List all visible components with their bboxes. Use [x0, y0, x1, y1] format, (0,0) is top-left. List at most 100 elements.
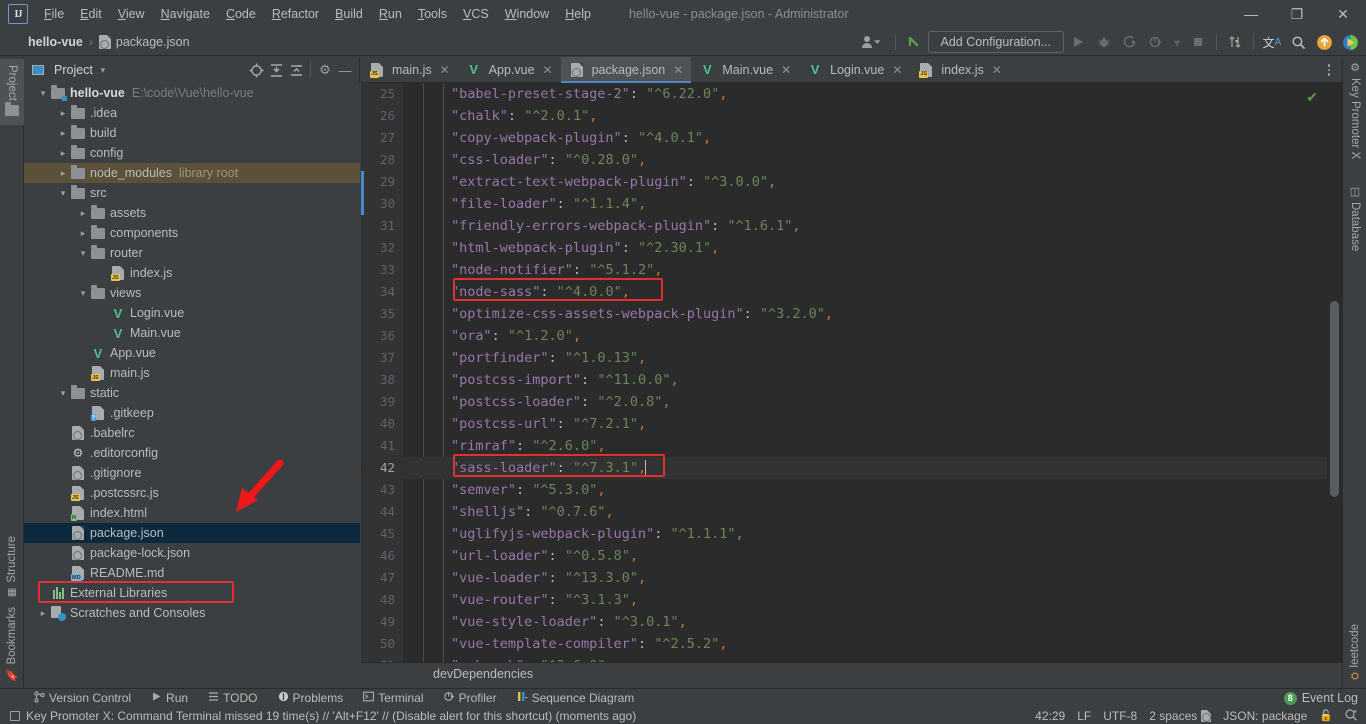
tree-node-external-libraries[interactable]: External Libraries [24, 583, 360, 603]
tree-node-components[interactable]: ▸ components [24, 223, 360, 243]
tree-node-idea[interactable]: ▸ .idea [24, 103, 360, 123]
breadcrumb-project[interactable]: hello-vue [24, 35, 87, 49]
profile-run-icon[interactable] [1144, 31, 1168, 53]
hide-panel-icon[interactable]: — [335, 60, 355, 80]
chevron-down-icon[interactable]: ▾ [1170, 31, 1184, 53]
profile-dropdown-icon[interactable] [855, 31, 889, 53]
stripe-tab-bookmarks[interactable]: Bookmarks 🔖 [0, 607, 24, 682]
chevron-right-icon[interactable]: ▸ [76, 226, 90, 240]
vcs-update-icon[interactable] [1223, 31, 1247, 53]
code-line[interactable]: 41 "rimraf": "^2.6.0", [361, 435, 1342, 457]
tree-node-scratches-and-consoles[interactable]: ▸ Scratches and Consoles [24, 603, 360, 623]
stripe-tab-database[interactable]: ◫ Database [1343, 185, 1366, 251]
inspection-status-icon[interactable]: ✔ [1306, 89, 1318, 106]
tree-node-router[interactable]: ▾ router [24, 243, 360, 263]
close-tab-icon[interactable]: ✕ [673, 63, 683, 77]
tree-node-static[interactable]: ▾ static [24, 383, 360, 403]
file-type[interactable]: JSON: package [1223, 709, 1307, 723]
code-line[interactable]: 39 "postcss-loader": "^2.0.8", [361, 391, 1342, 413]
code-line[interactable]: 28 "css-loader": "^0.28.0", [361, 149, 1342, 171]
project-view-chevron-down-icon[interactable]: ▾ [93, 60, 113, 80]
code-line[interactable]: 47 "vue-loader": "^13.3.0", [361, 567, 1342, 589]
breadcrumb-file[interactable]: package.json [95, 34, 194, 49]
project-tree[interactable]: ▾ hello-vue E:\code\Vue\hello-vue ▸ .idea ▸ bu… [24, 83, 360, 688]
code-line[interactable]: 35 "optimize-css-assets-webpack-plugin": … [361, 303, 1342, 325]
toolwindow-terminal[interactable]: Terminal [353, 689, 433, 708]
code-line[interactable]: 43 "semver": "^5.3.0", [361, 479, 1342, 501]
toolwindow-problems[interactable]: Problems [268, 689, 354, 708]
menu-refactor[interactable]: Refactor [264, 4, 327, 24]
tree-node-config[interactable]: ▸ config [24, 143, 360, 163]
code-line[interactable]: 37 "portfinder": "^1.0.13", [361, 347, 1342, 369]
menu-help[interactable]: Help [557, 4, 599, 24]
chevron-down-icon[interactable]: ▾ [56, 186, 70, 200]
tree-node-readme-md[interactable]: MD README.md [24, 563, 360, 583]
tabs-overflow-menu-icon[interactable] [1320, 61, 1338, 79]
editor-tab-login-vue[interactable]: V Login.vue ✕ [799, 57, 910, 82]
tree-node-editorconfig[interactable]: ⚙ .editorconfig [24, 443, 360, 463]
code-line[interactable]: 31 "friendly-errors-webpack-plugin": "^1.… [361, 215, 1342, 237]
chevron-down-icon[interactable]: ▾ [76, 246, 90, 260]
collapse-all-icon[interactable] [286, 60, 306, 80]
code-line[interactable]: 44 "shelljs": "^0.7.6", [361, 501, 1342, 523]
menu-build[interactable]: Build [327, 4, 371, 24]
tree-node-gitkeep[interactable]: ? .gitkeep [24, 403, 360, 423]
translate-icon[interactable]: 文A [1260, 31, 1284, 53]
tree-node-hello-vue[interactable]: ▾ hello-vue E:\code\Vue\hello-vue [24, 83, 360, 103]
code-editor[interactable]: 25 "babel-preset-stage-2": "^6.22.0", 26 "c… [361, 83, 1342, 662]
code-line[interactable]: 49 "vue-style-loader": "^3.0.1", [361, 611, 1342, 633]
search-everywhere-icon[interactable] [1286, 31, 1310, 53]
chevron-right-icon[interactable]: ▸ [36, 606, 50, 620]
tree-node-babelrc[interactable]: .babelrc [24, 423, 360, 443]
editor-scrollbar-thumb[interactable] [1330, 301, 1339, 497]
ide-feature-icon[interactable] [1338, 31, 1362, 53]
toolwindow-todo[interactable]: TODO [198, 689, 267, 708]
code-line[interactable]: 36 "ora": "^1.2.0", [361, 325, 1342, 347]
tree-node-postcssrc-js[interactable]: JS .postcssrc.js [24, 483, 360, 503]
menu-code[interactable]: Code [218, 4, 264, 24]
code-line[interactable]: 25 "babel-preset-stage-2": "^6.22.0", [361, 83, 1342, 105]
status-message-area[interactable]: Key Promoter X: Command Terminal missed … [0, 709, 636, 723]
indent-setting[interactable]: 2 spaces [1149, 709, 1212, 723]
menu-window[interactable]: Window [497, 4, 557, 24]
menu-edit[interactable]: Edit [72, 4, 110, 24]
inspection-profile-icon[interactable] [1345, 708, 1358, 724]
editor-tab-main-vue[interactable]: V Main.vue ✕ [691, 57, 799, 82]
code-line[interactable]: 46 "url-loader": "^0.5.8", [361, 545, 1342, 567]
tree-node-views[interactable]: ▾ views [24, 283, 360, 303]
code-line[interactable]: 29 "extract-text-webpack-plugin": "^3.0.0… [361, 171, 1342, 193]
chevron-right-icon[interactable]: ▸ [56, 106, 70, 120]
tree-node-login-vue[interactable]: V Login.vue [24, 303, 360, 323]
add-configuration-button[interactable]: Add Configuration... [927, 31, 1064, 53]
code-line[interactable]: 42 "sass-loader": "^7.3.1", [361, 457, 1342, 479]
tree-node-main-js[interactable]: JS main.js [24, 363, 360, 383]
debug-icon[interactable] [1092, 31, 1116, 53]
code-line[interactable]: 38 "postcss-import": "^11.0.0", [361, 369, 1342, 391]
close-tab-icon[interactable]: ✕ [543, 63, 553, 77]
select-opened-file-icon[interactable] [246, 60, 266, 80]
chevron-down-icon[interactable]: ▾ [56, 386, 70, 400]
chevron-down-icon[interactable]: ▾ [76, 286, 90, 300]
tree-node-main-vue[interactable]: V Main.vue [24, 323, 360, 343]
tree-node-index-html[interactable]: Hindex.html [24, 503, 360, 523]
tree-node-build[interactable]: ▸ build [24, 123, 360, 143]
menu-tools[interactable]: Tools [410, 4, 455, 24]
editor-tab-app-vue[interactable]: V App.vue ✕ [458, 57, 561, 82]
stripe-tab-project[interactable]: Project [0, 59, 24, 125]
menu-view[interactable]: View [110, 4, 153, 24]
menu-run[interactable]: Run [371, 4, 410, 24]
tree-node-package-lock-json[interactable]: package-lock.json [24, 543, 360, 563]
code-line[interactable]: 50 "vue-template-compiler": "^2.5.2", [361, 633, 1342, 655]
chevron-down-icon[interactable]: ▾ [36, 86, 50, 100]
chevron-right-icon[interactable]: ▸ [56, 146, 70, 160]
code-line[interactable]: 51 "webpack": "^3.6.0", [361, 655, 1342, 662]
update-project-icon[interactable] [902, 31, 926, 53]
stripe-tab-structure[interactable]: Structure ▦ [0, 536, 24, 598]
toolwindow-profiler[interactable]: Profiler [434, 689, 507, 708]
tree-node-package-json[interactable]: package.json [24, 523, 360, 543]
run-with-coverage-icon[interactable] [1118, 31, 1142, 53]
code-line[interactable]: 48 "vue-router": "^3.1.3", [361, 589, 1342, 611]
code-line[interactable]: 33 "node-notifier": "^5.1.2", [361, 259, 1342, 281]
tree-node-src[interactable]: ▾ src [24, 183, 360, 203]
code-content[interactable]: 25 "babel-preset-stage-2": "^6.22.0", 26 "c… [361, 83, 1342, 662]
